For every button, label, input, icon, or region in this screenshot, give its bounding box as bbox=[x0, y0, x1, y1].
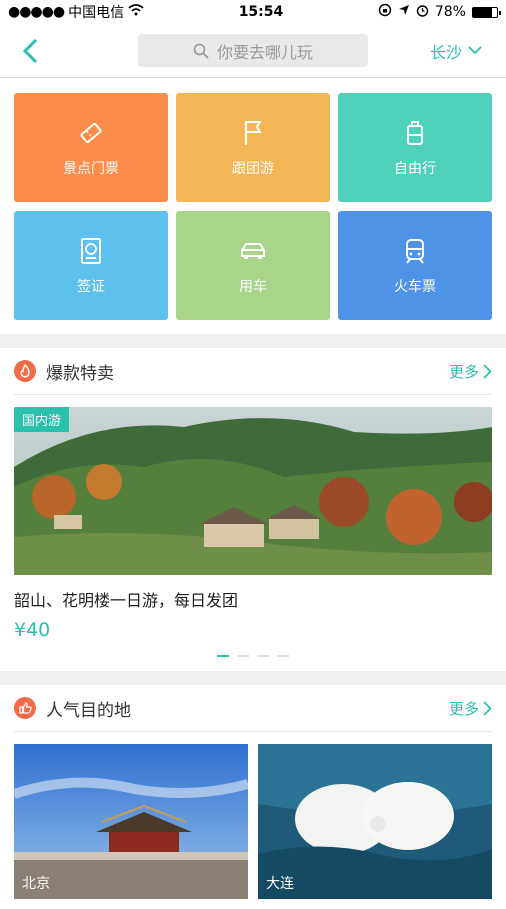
chevron-right-icon bbox=[483, 363, 492, 379]
ticket-icon bbox=[80, 122, 102, 143]
destination-label: 大连 bbox=[266, 876, 294, 892]
train-icon bbox=[406, 238, 424, 264]
status-bar: ●●●●● 中国电信 15:54 78% bbox=[0, 0, 506, 24]
category-label: 景点门票 bbox=[63, 160, 119, 177]
destination-card-beijing[interactable]: 北京 bbox=[14, 744, 248, 899]
destination-label: 北京 bbox=[22, 876, 50, 892]
category-tickets[interactable]: 景点门票 bbox=[14, 93, 168, 202]
section-title: 爆款特卖 bbox=[46, 363, 114, 384]
popular-destinations-section: 人气目的地 更多 北京 大连 bbox=[0, 685, 506, 909]
category-car[interactable]: 用车 bbox=[176, 211, 330, 320]
category-visa[interactable]: 签证 bbox=[14, 211, 168, 320]
carrier-label: 中国电信 bbox=[68, 5, 125, 21]
more-label: 更多 bbox=[448, 699, 479, 718]
city-label: 长沙 bbox=[429, 42, 462, 62]
category-group-tour[interactable]: 跟团游 bbox=[176, 93, 330, 202]
carousel-indicator bbox=[14, 641, 492, 671]
search-input[interactable]: 你要去哪儿玩 bbox=[138, 34, 368, 67]
destination-card-dalian[interactable]: 大连 bbox=[258, 744, 492, 899]
back-button[interactable] bbox=[0, 24, 60, 77]
more-link-destinations[interactable]: 更多 bbox=[449, 698, 492, 719]
pager-dot bbox=[277, 655, 289, 657]
deal-banner-image[interactable]: 国内游 bbox=[14, 407, 492, 575]
battery-percent: 78% bbox=[434, 4, 466, 20]
category-train[interactable]: 火车票 bbox=[338, 211, 492, 320]
nav-bar: 你要去哪儿玩 长沙 bbox=[0, 24, 506, 78]
deal-title[interactable]: 韶山、花明楼一日游，每日发团 bbox=[14, 587, 492, 611]
location-icon bbox=[398, 4, 410, 20]
battery-icon bbox=[471, 6, 501, 18]
signal-icon: ●●●●● bbox=[8, 4, 65, 20]
thumbs-up-icon bbox=[14, 697, 36, 719]
search-placeholder: 你要去哪儿玩 bbox=[216, 42, 313, 62]
category-label: 火车票 bbox=[394, 278, 436, 295]
chevron-left-icon bbox=[22, 38, 38, 63]
city-selector[interactable]: 长沙 bbox=[430, 24, 482, 77]
category-label: 跟团游 bbox=[232, 160, 274, 177]
chevron-right-icon bbox=[483, 700, 492, 716]
status-time: 15:54 bbox=[238, 4, 284, 20]
category-label: 自由行 bbox=[394, 160, 436, 177]
hot-deals-section: 爆款特卖 更多 国内游 韶山、花明楼一日游，每日发团 ¥40 bbox=[0, 348, 506, 671]
passport-icon bbox=[81, 237, 101, 264]
pager-dot bbox=[237, 655, 249, 657]
pager-dot bbox=[217, 655, 229, 657]
deal-price: ¥40 bbox=[14, 619, 51, 641]
wifi-icon bbox=[128, 4, 144, 20]
pager-dot bbox=[257, 655, 269, 657]
category-label: 用车 bbox=[239, 278, 267, 295]
luggage-icon bbox=[407, 120, 423, 145]
category-label: 签证 bbox=[77, 278, 105, 295]
car-icon bbox=[241, 242, 265, 259]
more-link-deals[interactable]: 更多 bbox=[449, 361, 492, 382]
flag-icon bbox=[244, 120, 262, 145]
more-label: 更多 bbox=[448, 362, 479, 381]
lock-rotation-icon bbox=[378, 3, 392, 21]
category-panel: 景点门票 跟团游 自由行 签证 用车 火车票 bbox=[0, 78, 506, 334]
section-title: 人气目的地 bbox=[46, 700, 131, 721]
chevron-down-icon bbox=[468, 46, 482, 55]
alarm-icon bbox=[416, 4, 429, 21]
category-tag: 国内游 bbox=[14, 407, 70, 432]
fire-icon bbox=[14, 360, 36, 382]
category-free-travel[interactable]: 自由行 bbox=[338, 93, 492, 202]
search-icon bbox=[193, 43, 209, 59]
